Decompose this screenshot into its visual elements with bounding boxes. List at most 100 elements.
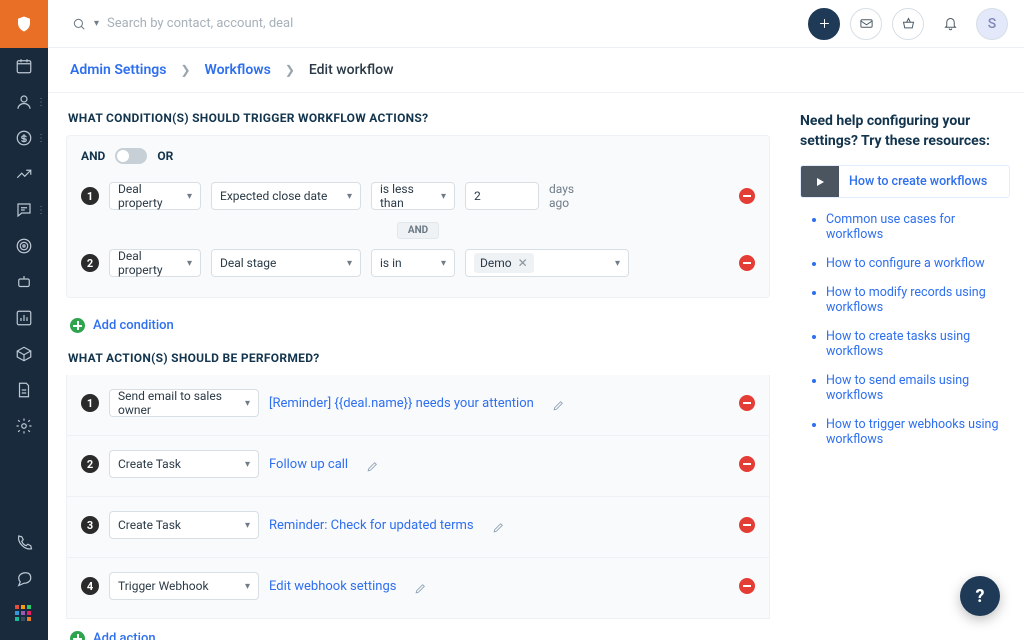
brand-shield-icon [15,15,33,33]
notifications-button[interactable] [934,8,966,40]
help-link[interactable]: Common use cases for workflows [826,212,955,242]
condition-row: 2 Deal property▾ Deal stage▾ is in▾ Demo… [81,245,755,285]
help-panel: Need help configuring your settings? Try… [790,93,1024,640]
chat-icon [15,201,33,219]
nav-settings[interactable] [0,408,48,444]
user-avatar[interactable]: S [976,8,1008,40]
help-link[interactable]: How to create tasks using workflows [826,329,970,359]
row-number: 1 [81,187,99,205]
remove-action-button[interactable] [739,395,755,411]
nav-files[interactable] [0,372,48,408]
crumb-admin-settings[interactable]: Admin Settings [70,62,166,78]
help-fab[interactable]: ? [960,576,1000,616]
action-detail-link[interactable]: Edit webhook settings [269,579,396,594]
global-search[interactable]: ▾ [72,16,367,31]
nav-goals[interactable] [0,228,48,264]
doc-icon [15,381,33,399]
action-type-select[interactable]: Create Task▾ [109,450,259,478]
workflow-editor: WHAT CONDITION(S) SHOULD TRIGGER WORKFLO… [48,93,790,640]
nav-analytics[interactable] [0,300,48,336]
condition-row: 1 Deal property▾ Expected close date▾ is… [81,178,755,218]
nav-reports[interactable] [0,156,48,192]
edit-action-button[interactable] [414,580,427,593]
help-link[interactable]: How to trigger webhooks using workflows [826,417,998,447]
action-detail-link[interactable]: [Reminder] {{deal.name}} needs your atte… [269,396,534,411]
action-detail-link[interactable]: Follow up call [269,457,348,472]
chevron-right-icon: ❯ [180,63,190,77]
crumb-workflows[interactable]: Workflows [205,62,271,78]
pencil-icon [492,521,505,534]
bars-icon [15,309,33,327]
remove-action-button[interactable] [739,578,755,594]
property-select[interactable]: Expected close date▾ [211,182,361,210]
property-select[interactable]: Deal stage▾ [211,249,361,277]
plus-circle-icon [70,631,85,640]
chevron-down-icon: ▾ [615,258,620,269]
nav-deals[interactable]: ⋮ [0,120,48,156]
basket-button[interactable] [892,8,924,40]
action-row: 2 Create Task▾ Follow up call [66,436,770,497]
logic-and-label: AND [81,149,105,163]
phone-icon [15,533,33,551]
action-type-select[interactable]: Create Task▾ [109,511,259,539]
nav-contacts[interactable]: ⋮ [0,84,48,120]
field-select[interactable]: Deal property▾ [109,249,201,277]
target-icon [15,237,33,255]
help-link[interactable]: How to configure a workflow [826,256,985,271]
field-select[interactable]: Deal property▾ [109,182,201,210]
email-button[interactable] [850,8,882,40]
action-type-select[interactable]: Trigger Webhook▾ [109,572,259,600]
help-video-link[interactable]: How to create workflows [800,165,1010,198]
help-link[interactable]: How to modify records using workflows [826,285,986,315]
remove-chip-icon[interactable]: ✕ [518,256,528,270]
chevron-right-icon: ❯ [285,63,295,77]
nav-calendar[interactable] [0,48,48,84]
operator-select[interactable]: is less than▾ [371,182,455,210]
bot-icon [15,273,33,291]
edit-action-button[interactable] [366,458,379,471]
chevron-down-icon: ▾ [245,459,250,470]
logic-toggle[interactable] [115,148,147,164]
play-icon [814,176,826,188]
nav-apps[interactable] [0,596,48,632]
chevron-down-icon: ▾ [245,581,250,592]
search-input[interactable] [107,16,367,31]
remove-condition-button[interactable] [739,188,755,204]
calendar-icon [15,57,33,75]
box-icon [15,345,33,363]
conditions-heading: WHAT CONDITION(S) SHOULD TRIGGER WORKFLO… [68,111,770,125]
help-link[interactable]: How to send emails using workflows [826,373,969,403]
chevron-down-icon: ▾ [441,258,446,269]
nav-conversations[interactable]: ⋮ [0,192,48,228]
action-detail-link[interactable]: Reminder: Check for updated terms [269,518,474,533]
remove-condition-button[interactable] [739,255,755,271]
mail-icon [859,16,874,31]
pencil-icon [414,582,427,595]
message-icon [15,569,33,587]
pencil-icon [366,460,379,473]
add-condition-button[interactable]: Add condition [66,306,770,351]
remove-action-button[interactable] [739,456,755,472]
nav-messages[interactable] [0,560,48,596]
chevron-down-icon: ▾ [187,258,192,269]
add-action-button[interactable]: Add action [66,619,770,640]
remove-action-button[interactable] [739,517,755,533]
action-row: 4 Trigger Webhook▾ Edit webhook settings [66,558,770,619]
edit-action-button[interactable] [552,397,565,410]
row-number: 2 [81,455,99,473]
nav-bots[interactable] [0,264,48,300]
plus-circle-icon [70,318,85,333]
value-chip: Demo✕ [474,253,534,273]
chevron-down-icon: ▾ [94,18,99,29]
operator-select[interactable]: is in▾ [371,249,455,277]
nav-phone[interactable] [0,524,48,560]
edit-action-button[interactable] [492,519,505,532]
bell-icon [943,16,958,31]
nav-products[interactable] [0,336,48,372]
value-input[interactable]: 2 [465,182,539,210]
trend-icon [15,165,33,183]
chevron-down-icon: ▾ [347,258,352,269]
add-new-button[interactable] [808,8,840,40]
value-multiselect[interactable]: Demo✕ ▾ [465,249,629,277]
action-type-select[interactable]: Send email to sales owner▾ [109,389,259,417]
